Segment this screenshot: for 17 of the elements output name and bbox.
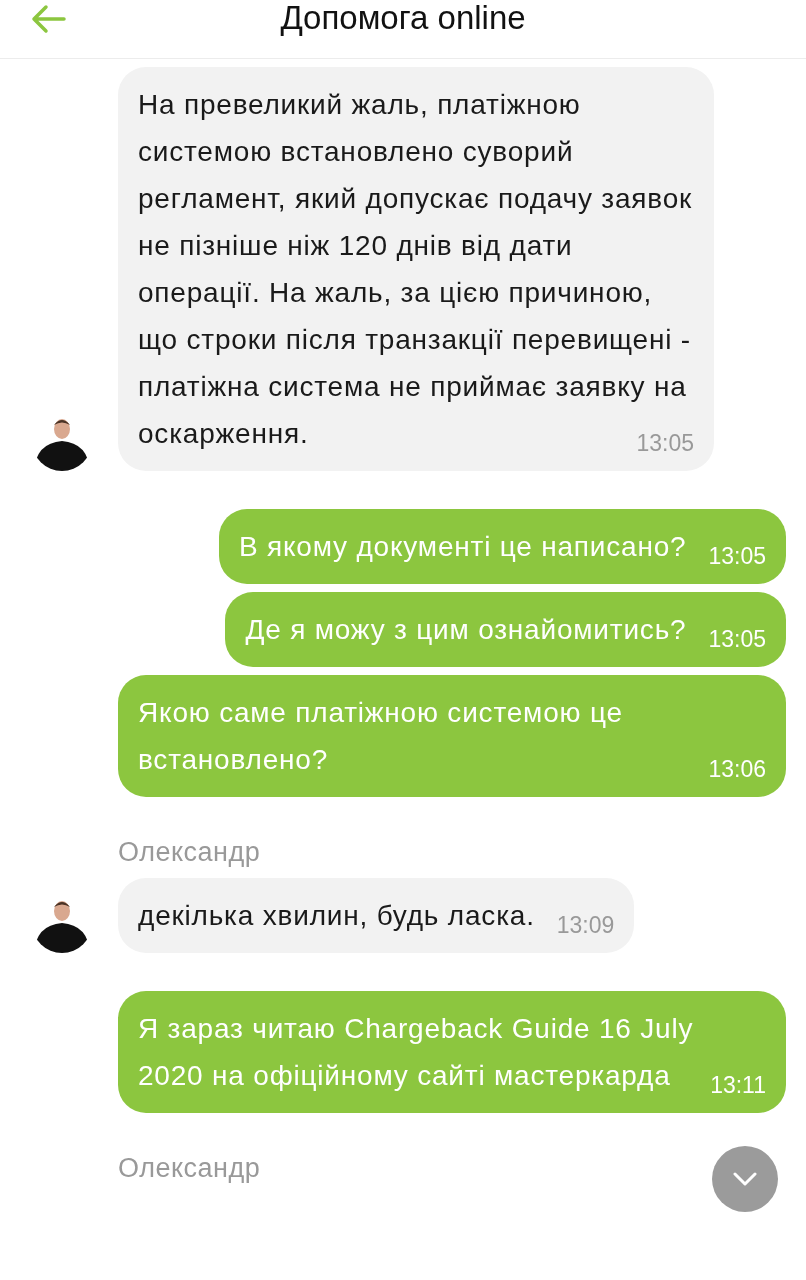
message-time: 13:05: [636, 429, 694, 458]
sent-message-bubble: Я зараз читаю Chargeback Guide 16 July 2020 на офіційному сайті мастеркарда 13:11: [118, 991, 786, 1113]
message-time: 13:05: [708, 542, 766, 571]
sent-message-bubble: Якою саме платіжною системою це встановлено? 13:06: [118, 675, 786, 797]
message-time: 13:05: [708, 625, 766, 654]
message-time: 13:09: [556, 911, 615, 940]
sender-name: Олександр: [118, 1153, 261, 1184]
message-time: 13:11: [710, 1071, 766, 1100]
sent-message-bubble: В якому документі це написано? 13:05: [218, 509, 786, 584]
chat-title: Допомога online: [280, 0, 526, 37]
sender-name: Олександр: [118, 837, 261, 868]
chevron-down-icon: [733, 1172, 757, 1186]
sent-message-bubble: Де я можу з цим ознайомитись? 13:05: [225, 592, 786, 667]
received-message-bubble: На превеликий жаль, платіжною системою встановлено суворий регламент, який допускає подачу заявок не пізніше ніж 120 днів від дати операції. На жаль, за цією причиною, що строки після транзакції перевищені - платіжна система не приймає заявку на оскарження. 13:05: [118, 67, 714, 471]
back-arrow-icon[interactable]: [30, 4, 66, 34]
message-time: 13:06: [708, 755, 766, 784]
received-message-bubble: декілька хвилин, будь ласка. 13:09: [118, 878, 635, 953]
